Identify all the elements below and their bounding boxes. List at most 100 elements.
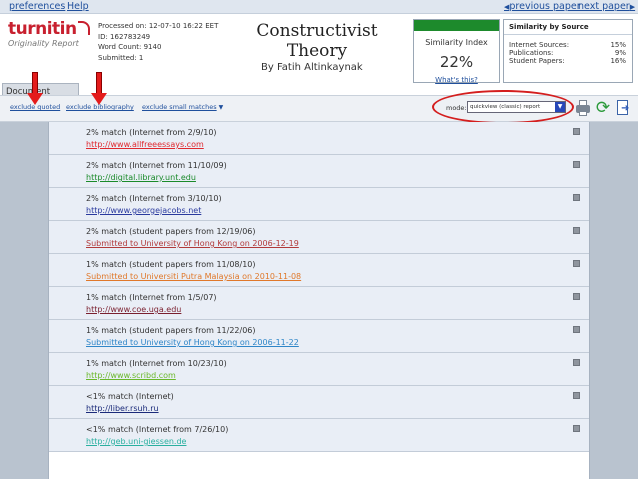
match-source-link[interactable]: Submitted to University of Hong Kong on … xyxy=(86,338,299,347)
logo-subtitle: Originality Report xyxy=(8,39,79,48)
match-color-cell xyxy=(49,122,82,154)
match-checkbox-icon[interactable] xyxy=(573,260,580,267)
match-item[interactable]: 2% match (Internet from 3/10/10) http://… xyxy=(49,188,589,221)
match-item[interactable]: 1% match (Internet from 1/5/07) http://w… xyxy=(49,287,589,320)
source-row-internet: Internet Sources: 15% xyxy=(509,41,632,49)
turnitin-logo: turnitin Originality Report xyxy=(8,19,90,48)
match-color-cell xyxy=(49,320,82,352)
processed-date: Processed on: 12-07-10 16:22 EET xyxy=(98,22,219,30)
refresh-icon[interactable]: ⟳ xyxy=(595,99,611,117)
match-source-link[interactable]: Submitted to Universiti Putra Malaysia o… xyxy=(86,272,301,281)
top-nav: preferences Help ◀previous paper next pa… xyxy=(0,0,638,14)
download-arrow-icon: ➜ xyxy=(621,103,630,114)
match-source-link[interactable]: http://liber.rsuh.ru xyxy=(86,404,159,413)
match-item[interactable]: <1% match (Internet from 7/26/10) http:/… xyxy=(49,419,589,452)
source-label: Publications: xyxy=(509,49,554,57)
submission-meta: Processed on: 12-07-10 16:22 EET ID: 162… xyxy=(98,21,218,63)
match-color-cell xyxy=(49,287,82,319)
match-item[interactable]: 1% match (student papers from 11/22/06) … xyxy=(49,320,589,353)
match-color-cell xyxy=(49,155,82,187)
match-checkbox-icon[interactable] xyxy=(573,227,580,234)
similarity-index-value: 22% xyxy=(439,53,474,71)
source-value: 15% xyxy=(610,41,626,49)
next-paper-label: next paper xyxy=(578,1,630,12)
match-text: 2% match (student papers from 12/19/06) xyxy=(86,227,256,236)
match-color-cell xyxy=(49,221,82,253)
help-link[interactable]: Help xyxy=(67,1,89,12)
logo-wordmark: turnitin xyxy=(8,19,77,39)
match-item[interactable]: <1% match (Internet) http://liber.rsuh.r… xyxy=(49,386,589,419)
match-text: 1% match (student papers from 11/22/06) xyxy=(86,326,256,335)
paper-author: By Fatih Altinkaynak xyxy=(261,62,363,73)
match-source-link[interactable]: http://www.coe.uga.edu xyxy=(86,305,181,314)
match-checkbox-icon[interactable] xyxy=(573,359,580,366)
match-item[interactable]: 1% match (student papers from 11/08/10) … xyxy=(49,254,589,287)
match-color-cell xyxy=(49,254,82,286)
source-label: Student Papers: xyxy=(509,57,565,65)
match-source-link[interactable]: Submitted to University of Hong Kong on … xyxy=(86,239,299,248)
match-checkbox-icon[interactable] xyxy=(573,194,580,201)
print-button[interactable] xyxy=(575,99,591,117)
chevron-down-icon: ▼ xyxy=(218,104,224,111)
previous-paper-link[interactable]: ◀previous paper xyxy=(504,1,581,12)
printer-out-shape xyxy=(579,111,587,116)
match-color-cell xyxy=(49,188,82,220)
similarity-index-bar xyxy=(414,20,499,31)
match-color-cell xyxy=(49,353,82,385)
word-count: Word Count: 9140 xyxy=(98,43,162,51)
match-text: <1% match (Internet from 7/26/10) xyxy=(86,425,229,434)
triangle-right-icon: ▶ xyxy=(629,3,636,11)
match-source-link[interactable]: http://digital.library.unt.edu xyxy=(86,173,196,182)
download-button[interactable]: ➜ xyxy=(615,99,631,117)
match-text: <1% match (Internet) xyxy=(86,392,174,401)
submission-id: ID: 162783249 xyxy=(98,32,151,41)
red-arrow-icon xyxy=(91,72,107,106)
similarity-by-source-box: Similarity by Source Internet Sources: 15… xyxy=(503,19,633,83)
match-item[interactable]: 2% match (student papers from 12/19/06) … xyxy=(49,221,589,254)
match-checkbox-icon[interactable] xyxy=(573,161,580,168)
source-row-student-papers: Student Papers: 16% xyxy=(509,57,632,65)
match-item[interactable]: 2% match (Internet from 11/10/09) http:/… xyxy=(49,155,589,188)
match-text: 1% match (Internet from 10/23/10) xyxy=(86,359,227,368)
match-checkbox-icon[interactable] xyxy=(573,326,580,333)
match-color-cell xyxy=(49,386,82,418)
paper-title-line2: Theory xyxy=(286,41,348,61)
similarity-by-source-heading: Similarity by Source xyxy=(504,20,632,35)
source-value: 9% xyxy=(614,49,626,57)
match-source-link[interactable]: http://geb.uni-giessen.de xyxy=(86,437,186,446)
whats-this-link[interactable]: What's this? xyxy=(414,76,499,84)
submitted-count: Submitted: 1 xyxy=(98,53,144,62)
match-list-area: 2% match (Internet from 2/9/10) http://w… xyxy=(0,122,638,479)
source-row-publications: Publications: 9% xyxy=(509,49,632,57)
next-paper-link[interactable]: next paper▶ xyxy=(578,1,635,12)
match-checkbox-icon[interactable] xyxy=(573,128,580,135)
paper-title: Constructivist Theory xyxy=(256,21,378,61)
match-checkbox-icon[interactable] xyxy=(573,293,580,300)
match-item[interactable]: 1% match (Internet from 10/23/10) http:/… xyxy=(49,353,589,386)
source-label: Internet Sources: xyxy=(509,41,570,49)
paper-title-line1: Constructivist xyxy=(256,21,378,41)
match-text: 1% match (Internet from 1/5/07) xyxy=(86,293,217,302)
similarity-index-label: Similarity Index xyxy=(425,38,488,47)
match-text: 2% match (Internet from 2/9/10) xyxy=(86,128,217,137)
match-source-link[interactable]: http://www.allfreeessays.com xyxy=(86,140,204,149)
previous-paper-label: previous paper xyxy=(509,1,581,12)
match-source-link[interactable]: http://www.scribd.com xyxy=(86,371,176,380)
match-checkbox-icon[interactable] xyxy=(573,392,580,399)
exclude-small-matches-label: exclude small matches xyxy=(142,103,217,111)
exclude-small-matches-link[interactable]: exclude small matches ▼ xyxy=(142,103,223,111)
match-text: 2% match (Internet from 11/10/09) xyxy=(86,161,227,170)
logo-swoosh-icon xyxy=(77,21,90,35)
preferences-link[interactable]: preferences xyxy=(9,1,65,12)
match-color-cell xyxy=(49,419,82,451)
match-checkbox-icon[interactable] xyxy=(573,425,580,432)
red-arrow-icon xyxy=(27,72,43,106)
match-source-link[interactable]: http://www.georgejacobs.net xyxy=(86,206,201,215)
match-item[interactable]: 2% match (Internet from 2/9/10) http://w… xyxy=(49,122,589,155)
match-text: 1% match (student papers from 11/08/10) xyxy=(86,260,256,269)
match-text: 2% match (Internet from 3/10/10) xyxy=(86,194,222,203)
source-value: 16% xyxy=(610,57,626,65)
highlight-oval xyxy=(432,90,574,124)
match-list: 2% match (Internet from 2/9/10) http://w… xyxy=(48,122,590,479)
similarity-index-box: Similarity Index 22% What's this? xyxy=(413,19,500,84)
